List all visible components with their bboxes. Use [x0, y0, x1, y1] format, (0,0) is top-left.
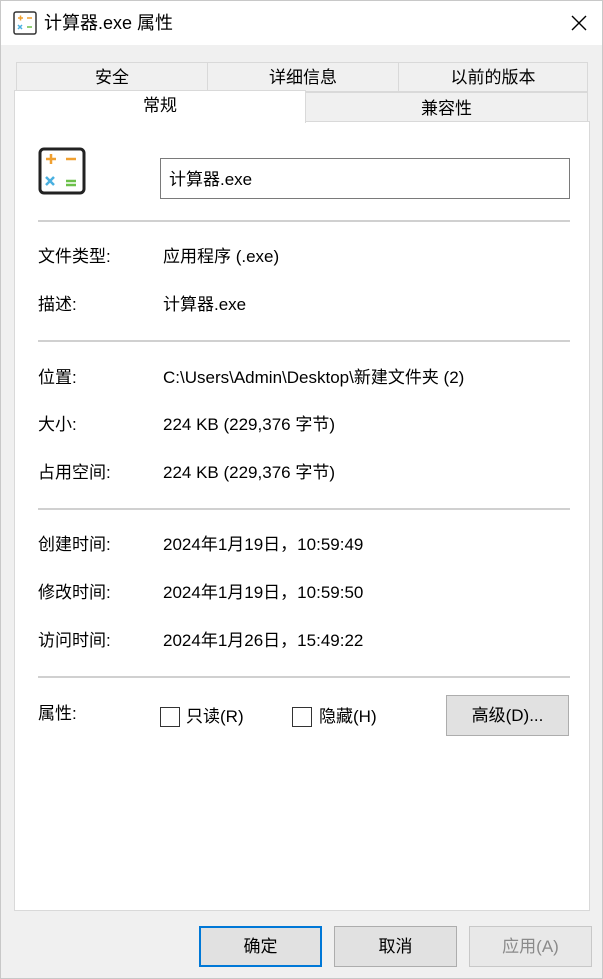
calculator-app-icon [13, 11, 37, 35]
hidden-label[interactable]: 隐藏(H) [319, 706, 377, 728]
calculator-file-icon [38, 147, 86, 195]
created-label: 创建时间: [38, 535, 111, 554]
location-label: 位置: [38, 368, 77, 387]
accessed-label: 访问时间: [38, 631, 111, 650]
file-type-label: 文件类型: [38, 247, 111, 266]
tab-compatibility[interactable]: 兼容性 [305, 92, 588, 122]
created-value: 2024年1月19日，10:59:49 [163, 535, 364, 554]
description-value: 计算器.exe [163, 295, 247, 314]
size-on-disk-value: 224 KB (229,376 字节) [163, 463, 335, 482]
window-title: 计算器.exe 属性 [44, 13, 174, 33]
tab-details[interactable]: 详细信息 [207, 62, 399, 92]
size-on-disk-label: 占用空间: [38, 463, 111, 482]
file-name-input[interactable]: 计算器.exe [160, 158, 570, 199]
location-value: C:\Users\Admin\Desktop\新建文件夹 (2) [163, 368, 465, 387]
separator [38, 220, 570, 222]
advanced-button[interactable]: 高级(D)... [446, 695, 569, 736]
hidden-checkbox[interactable] [292, 707, 312, 727]
general-panel: 计算器.exe 文件类型: 应用程序 (.exe) 描述: 计算器.exe 位置… [14, 121, 590, 911]
tab-previous-versions[interactable]: 以前的版本 [398, 62, 588, 92]
separator [38, 340, 570, 342]
modified-label: 修改时间: [38, 583, 111, 602]
description-label: 描述: [38, 295, 77, 314]
apply-button[interactable]: 应用(A) [469, 926, 592, 967]
separator [38, 508, 570, 510]
file-type-value: 应用程序 (.exe) [163, 247, 280, 266]
close-button[interactable] [556, 1, 602, 45]
separator [38, 676, 570, 678]
cancel-button[interactable]: 取消 [334, 926, 457, 967]
ok-button[interactable]: 确定 [199, 926, 322, 967]
readonly-checkbox[interactable] [160, 707, 180, 727]
tab-general[interactable]: 常规 [14, 90, 306, 123]
accessed-value: 2024年1月26日，15:49:22 [163, 631, 364, 650]
properties-window: 计算器.exe 属性 安全 详细信息 以前的版本 常规 兼容性 计算器.exe … [0, 0, 603, 979]
modified-value: 2024年1月19日，10:59:50 [163, 583, 364, 602]
title-bar: 计算器.exe 属性 [1, 1, 602, 45]
tab-security[interactable]: 安全 [16, 62, 208, 92]
attributes-label: 属性: [38, 704, 77, 723]
readonly-label[interactable]: 只读(R) [186, 706, 244, 728]
size-label: 大小: [38, 415, 77, 434]
close-icon [571, 15, 587, 31]
size-value: 224 KB (229,376 字节) [163, 415, 335, 434]
